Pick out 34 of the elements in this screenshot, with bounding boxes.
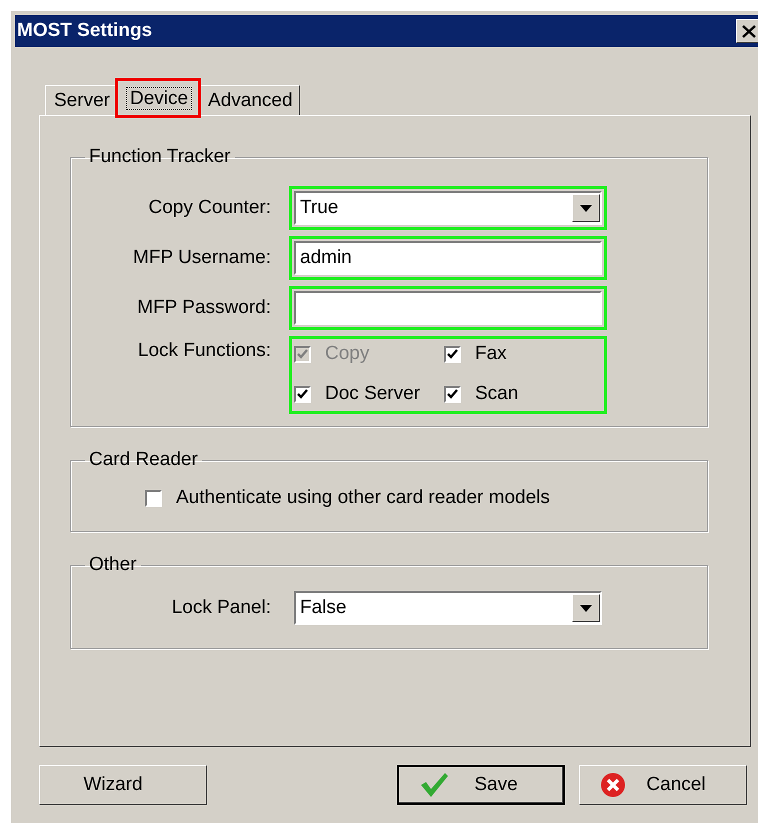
close-icon [742,24,756,38]
checkmark-icon [419,772,449,798]
tab[interactable]: Advanced [199,85,300,115]
dialog-button[interactable]: Save [397,765,565,805]
group-title: Card Reader [88,449,199,471]
checkbox-option[interactable]: Fax [444,343,594,365]
checkbox-option[interactable]: Scan [444,383,594,405]
checkbox[interactable] [294,386,311,402]
window-title: MOST Settings [17,20,152,42]
tab[interactable]: Device [116,80,200,116]
checkbox[interactable] [145,490,162,506]
field-label: MFP Password: [136,297,271,319]
field-label: Lock Panel: [170,597,271,619]
checkbox-option[interactable]: Authenticate using other card reader models [145,487,707,509]
dialog-button[interactable]: Wizard [39,765,207,805]
cancel-icon [600,772,626,798]
input-field[interactable]: admin [294,241,602,275]
dropdown[interactable]: False [294,591,602,625]
field-label: Copy Counter: [147,197,271,219]
check-icon [297,389,308,399]
close-button[interactable] [736,19,758,43]
field-label: MFP Username: [132,247,271,269]
tab[interactable]: Server [45,85,117,115]
group-title: Other [88,554,138,576]
check-icon [297,349,308,359]
check-icon [447,349,458,359]
group-title: Function Tracker [88,146,232,168]
checkbox[interactable] [444,346,461,362]
field-label: Lock Functions: [136,340,271,362]
checkbox-option[interactable]: Doc Server [294,383,444,405]
dropdown[interactable]: True [294,191,602,225]
check-icon [447,389,458,399]
dialog-button[interactable]: Cancel [579,765,747,805]
checkbox[interactable] [444,386,461,402]
